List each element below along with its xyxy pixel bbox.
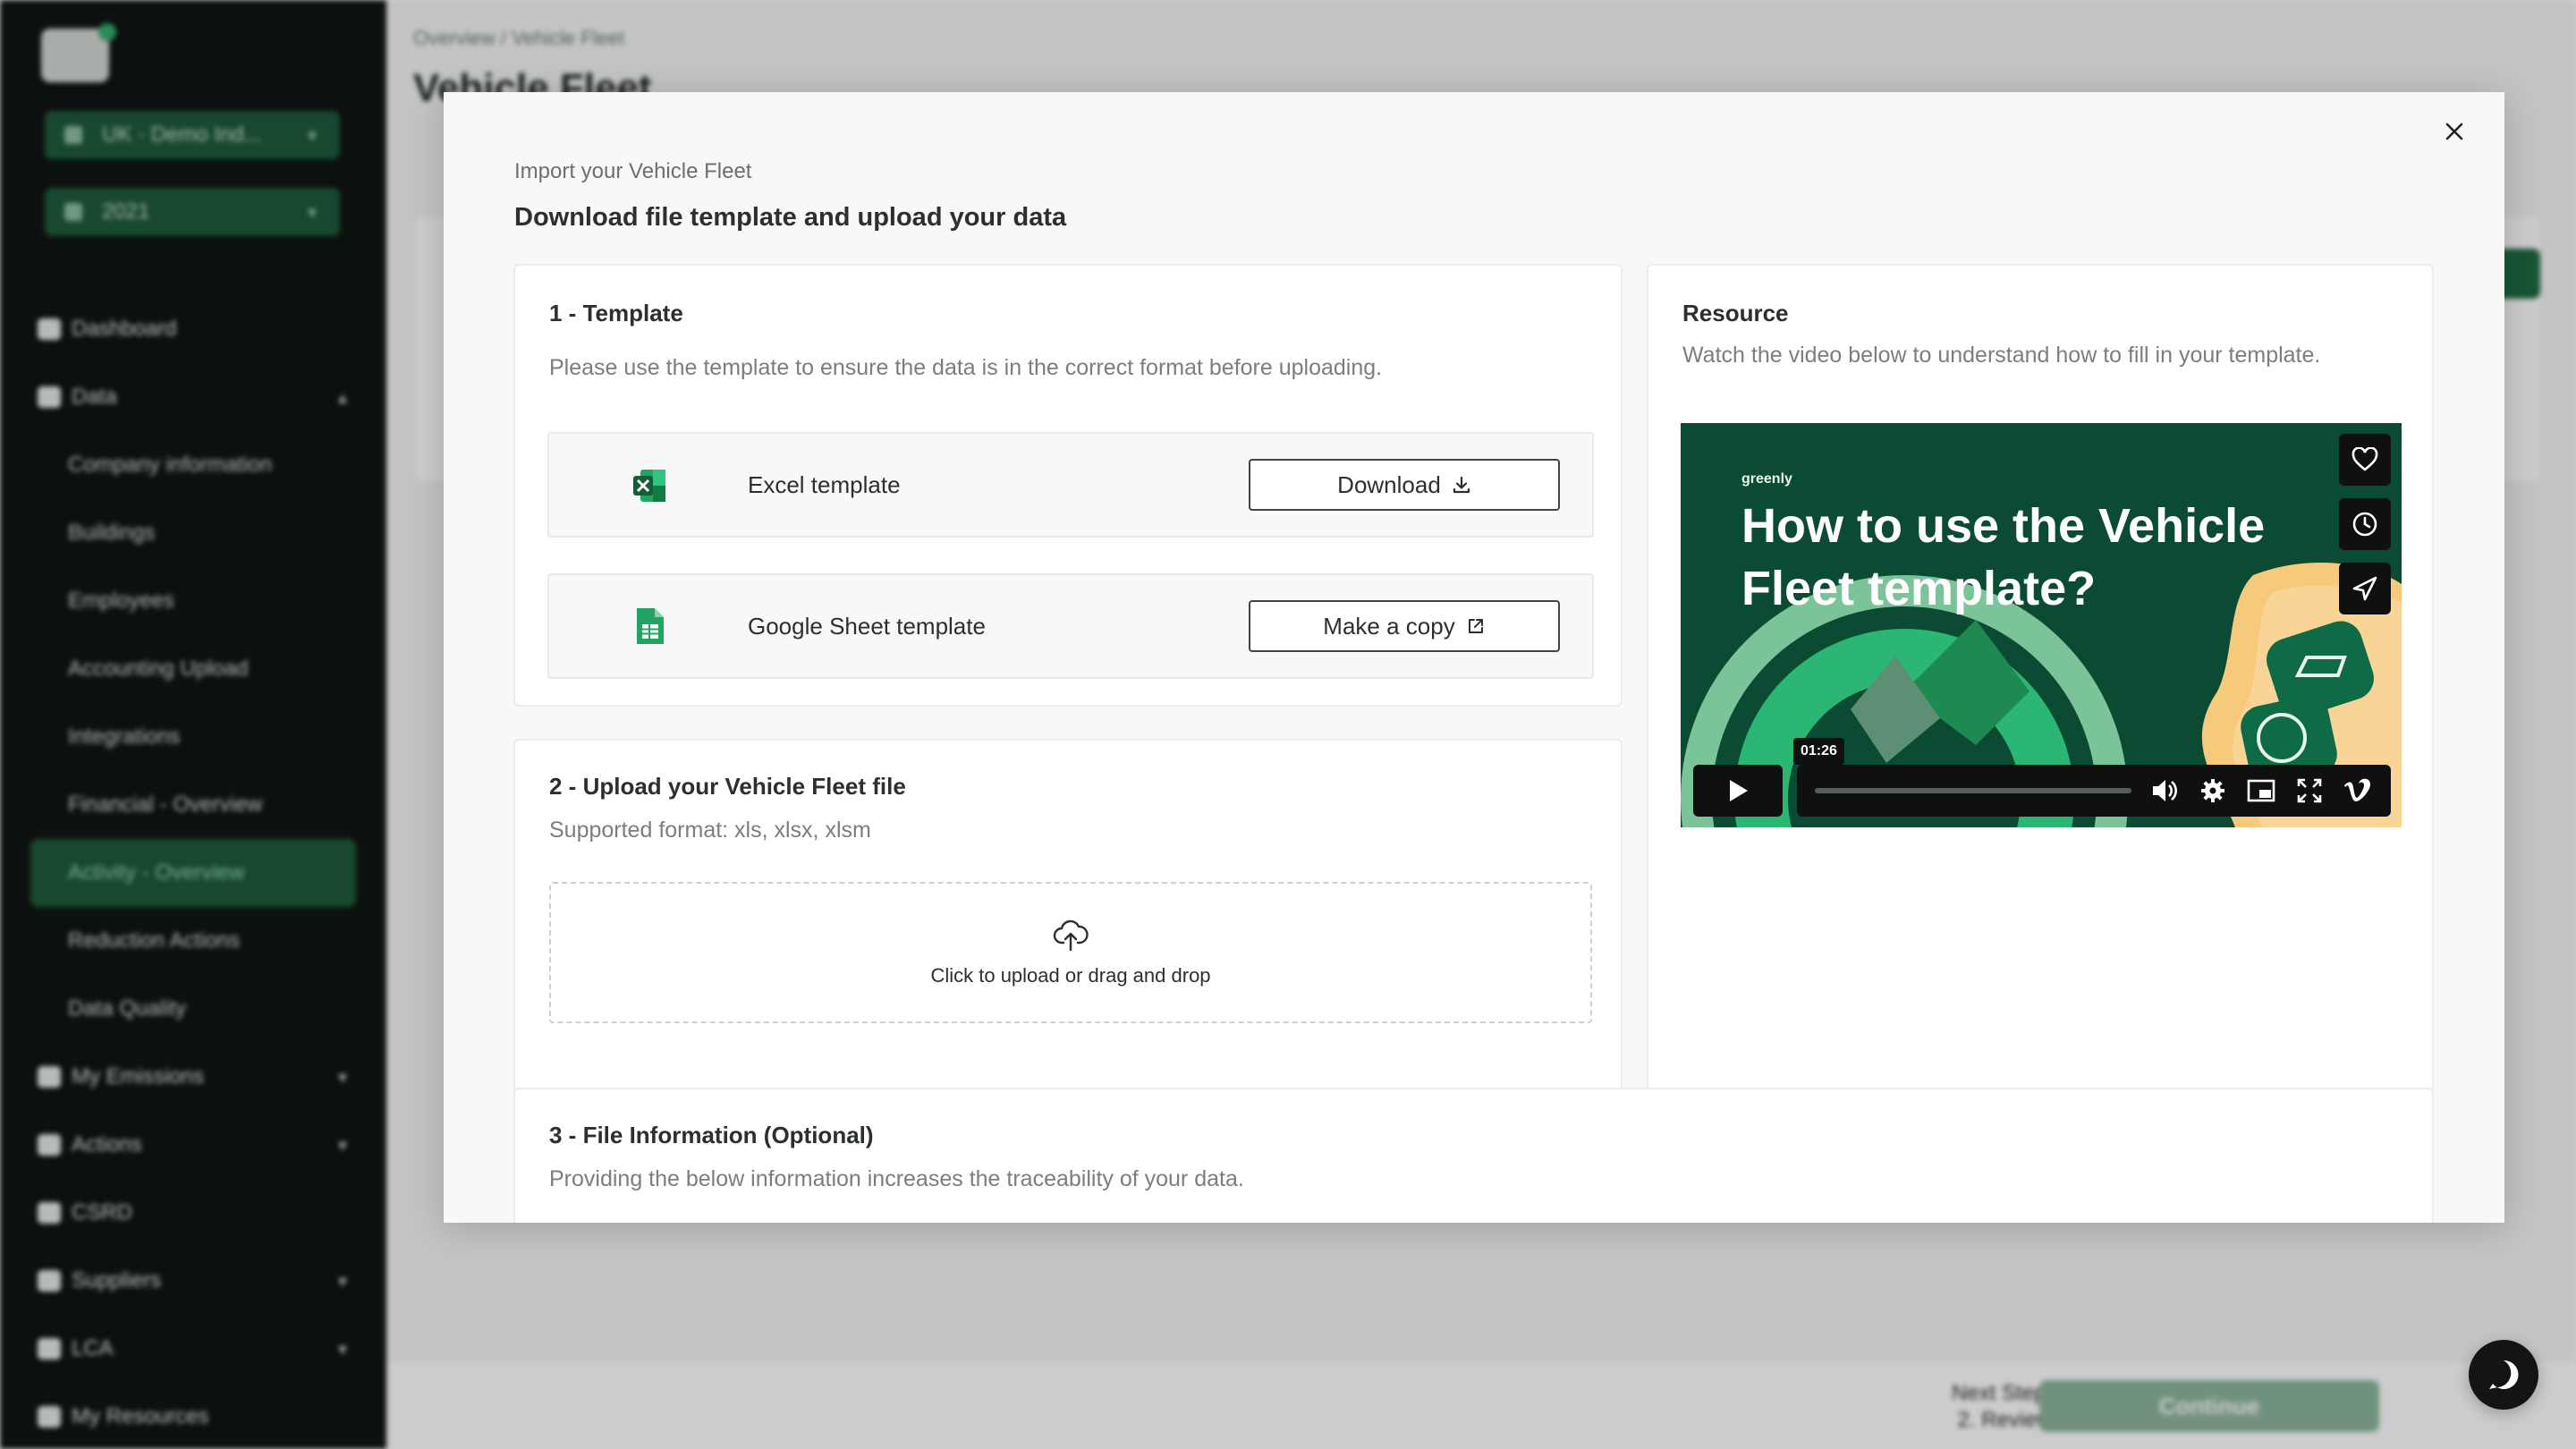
fullscreen-icon: [2297, 778, 2322, 803]
external-link-icon: [1468, 619, 1483, 633]
vimeo-icon: [2344, 778, 2371, 801]
close-button[interactable]: [2435, 112, 2474, 151]
make-a-copy-label: Make a copy: [1323, 612, 1455, 640]
volume-button[interactable]: [2149, 775, 2180, 806]
modal-title: Download file template and upload your d…: [514, 203, 1067, 232]
help-chat-icon: [2489, 1360, 2519, 1389]
import-modal: Import your Vehicle Fleet Download file …: [444, 92, 2504, 1223]
video-timestamp: 01:26: [1793, 738, 1844, 765]
play-icon: [1730, 780, 1748, 801]
file-info-card: 3 - File Information (Optional) Providin…: [513, 1088, 2434, 1223]
video-controls: [1693, 765, 2391, 817]
resource-description: Watch the video below to understand how …: [1682, 343, 2321, 368]
download-button[interactable]: Download: [1249, 459, 1560, 511]
help-chat-button[interactable]: [2469, 1340, 2538, 1410]
dropzone-text: Click to upload or drag and drop: [930, 964, 1211, 987]
video-progress-track[interactable]: [1815, 788, 2131, 793]
template-description: Please use the template to ensure the da…: [549, 355, 1383, 380]
resource-card: Resource Watch the video below to unders…: [1647, 264, 2434, 1144]
template-title: 1 - Template: [549, 300, 683, 326]
google-sheet-template-label: Google Sheet template: [748, 613, 986, 640]
excel-template-row: Excel template Download: [547, 432, 1594, 538]
heart-icon: [2351, 447, 2378, 471]
video-brand-logo: greenly: [1741, 471, 1792, 487]
gear-icon: [2201, 779, 2224, 802]
download-icon: [1453, 476, 1470, 494]
send-icon: [2352, 576, 2377, 601]
make-a-copy-button[interactable]: Make a copy: [1249, 600, 1560, 652]
like-button[interactable]: [2339, 434, 2391, 486]
file-info-description: Providing the below information increase…: [549, 1166, 1244, 1191]
cloud-upload-icon: [1053, 919, 1089, 952]
video-control-bar: [1797, 765, 2391, 817]
modal-subtitle: Import your Vehicle Fleet: [514, 159, 752, 183]
volume-icon: [2153, 780, 2177, 801]
excel-icon: [633, 470, 665, 502]
vimeo-logo[interactable]: [2343, 775, 2373, 806]
google-sheet-template-row: Google Sheet template Make a copy: [547, 573, 1594, 679]
video-player[interactable]: greenly How to use the Vehicle Fleet tem…: [1681, 423, 2402, 827]
file-dropzone[interactable]: Click to upload or drag and drop: [549, 882, 1592, 1023]
file-info-title: 3 - File Information (Optional): [549, 1122, 874, 1148]
upload-card: 2 - Upload your Vehicle Fleet file Suppo…: [513, 739, 1623, 1144]
watch-later-button[interactable]: [2339, 498, 2391, 550]
picture-in-picture-button[interactable]: [2246, 775, 2276, 806]
supported-formats: Supported format: xls, xlsx, xlsm: [549, 818, 871, 843]
picture-in-picture-icon: [2247, 779, 2275, 802]
template-card: 1 - Template Please use the template to …: [513, 264, 1623, 707]
google-sheets-icon: [637, 608, 664, 644]
download-button-label: Download: [1337, 470, 1441, 498]
excel-template-label: Excel template: [748, 471, 901, 498]
resource-title: Resource: [1682, 300, 1789, 326]
share-button[interactable]: [2339, 563, 2391, 614]
video-title: How to use the Vehicle Fleet template?: [1741, 499, 2266, 615]
upload-title: 2 - Upload your Vehicle Fleet file: [549, 773, 906, 800]
close-icon: [2445, 123, 2463, 140]
clock-icon: [2352, 512, 2377, 537]
play-button[interactable]: [1693, 765, 1783, 817]
settings-button[interactable]: [2198, 775, 2228, 806]
fullscreen-button[interactable]: [2294, 775, 2325, 806]
